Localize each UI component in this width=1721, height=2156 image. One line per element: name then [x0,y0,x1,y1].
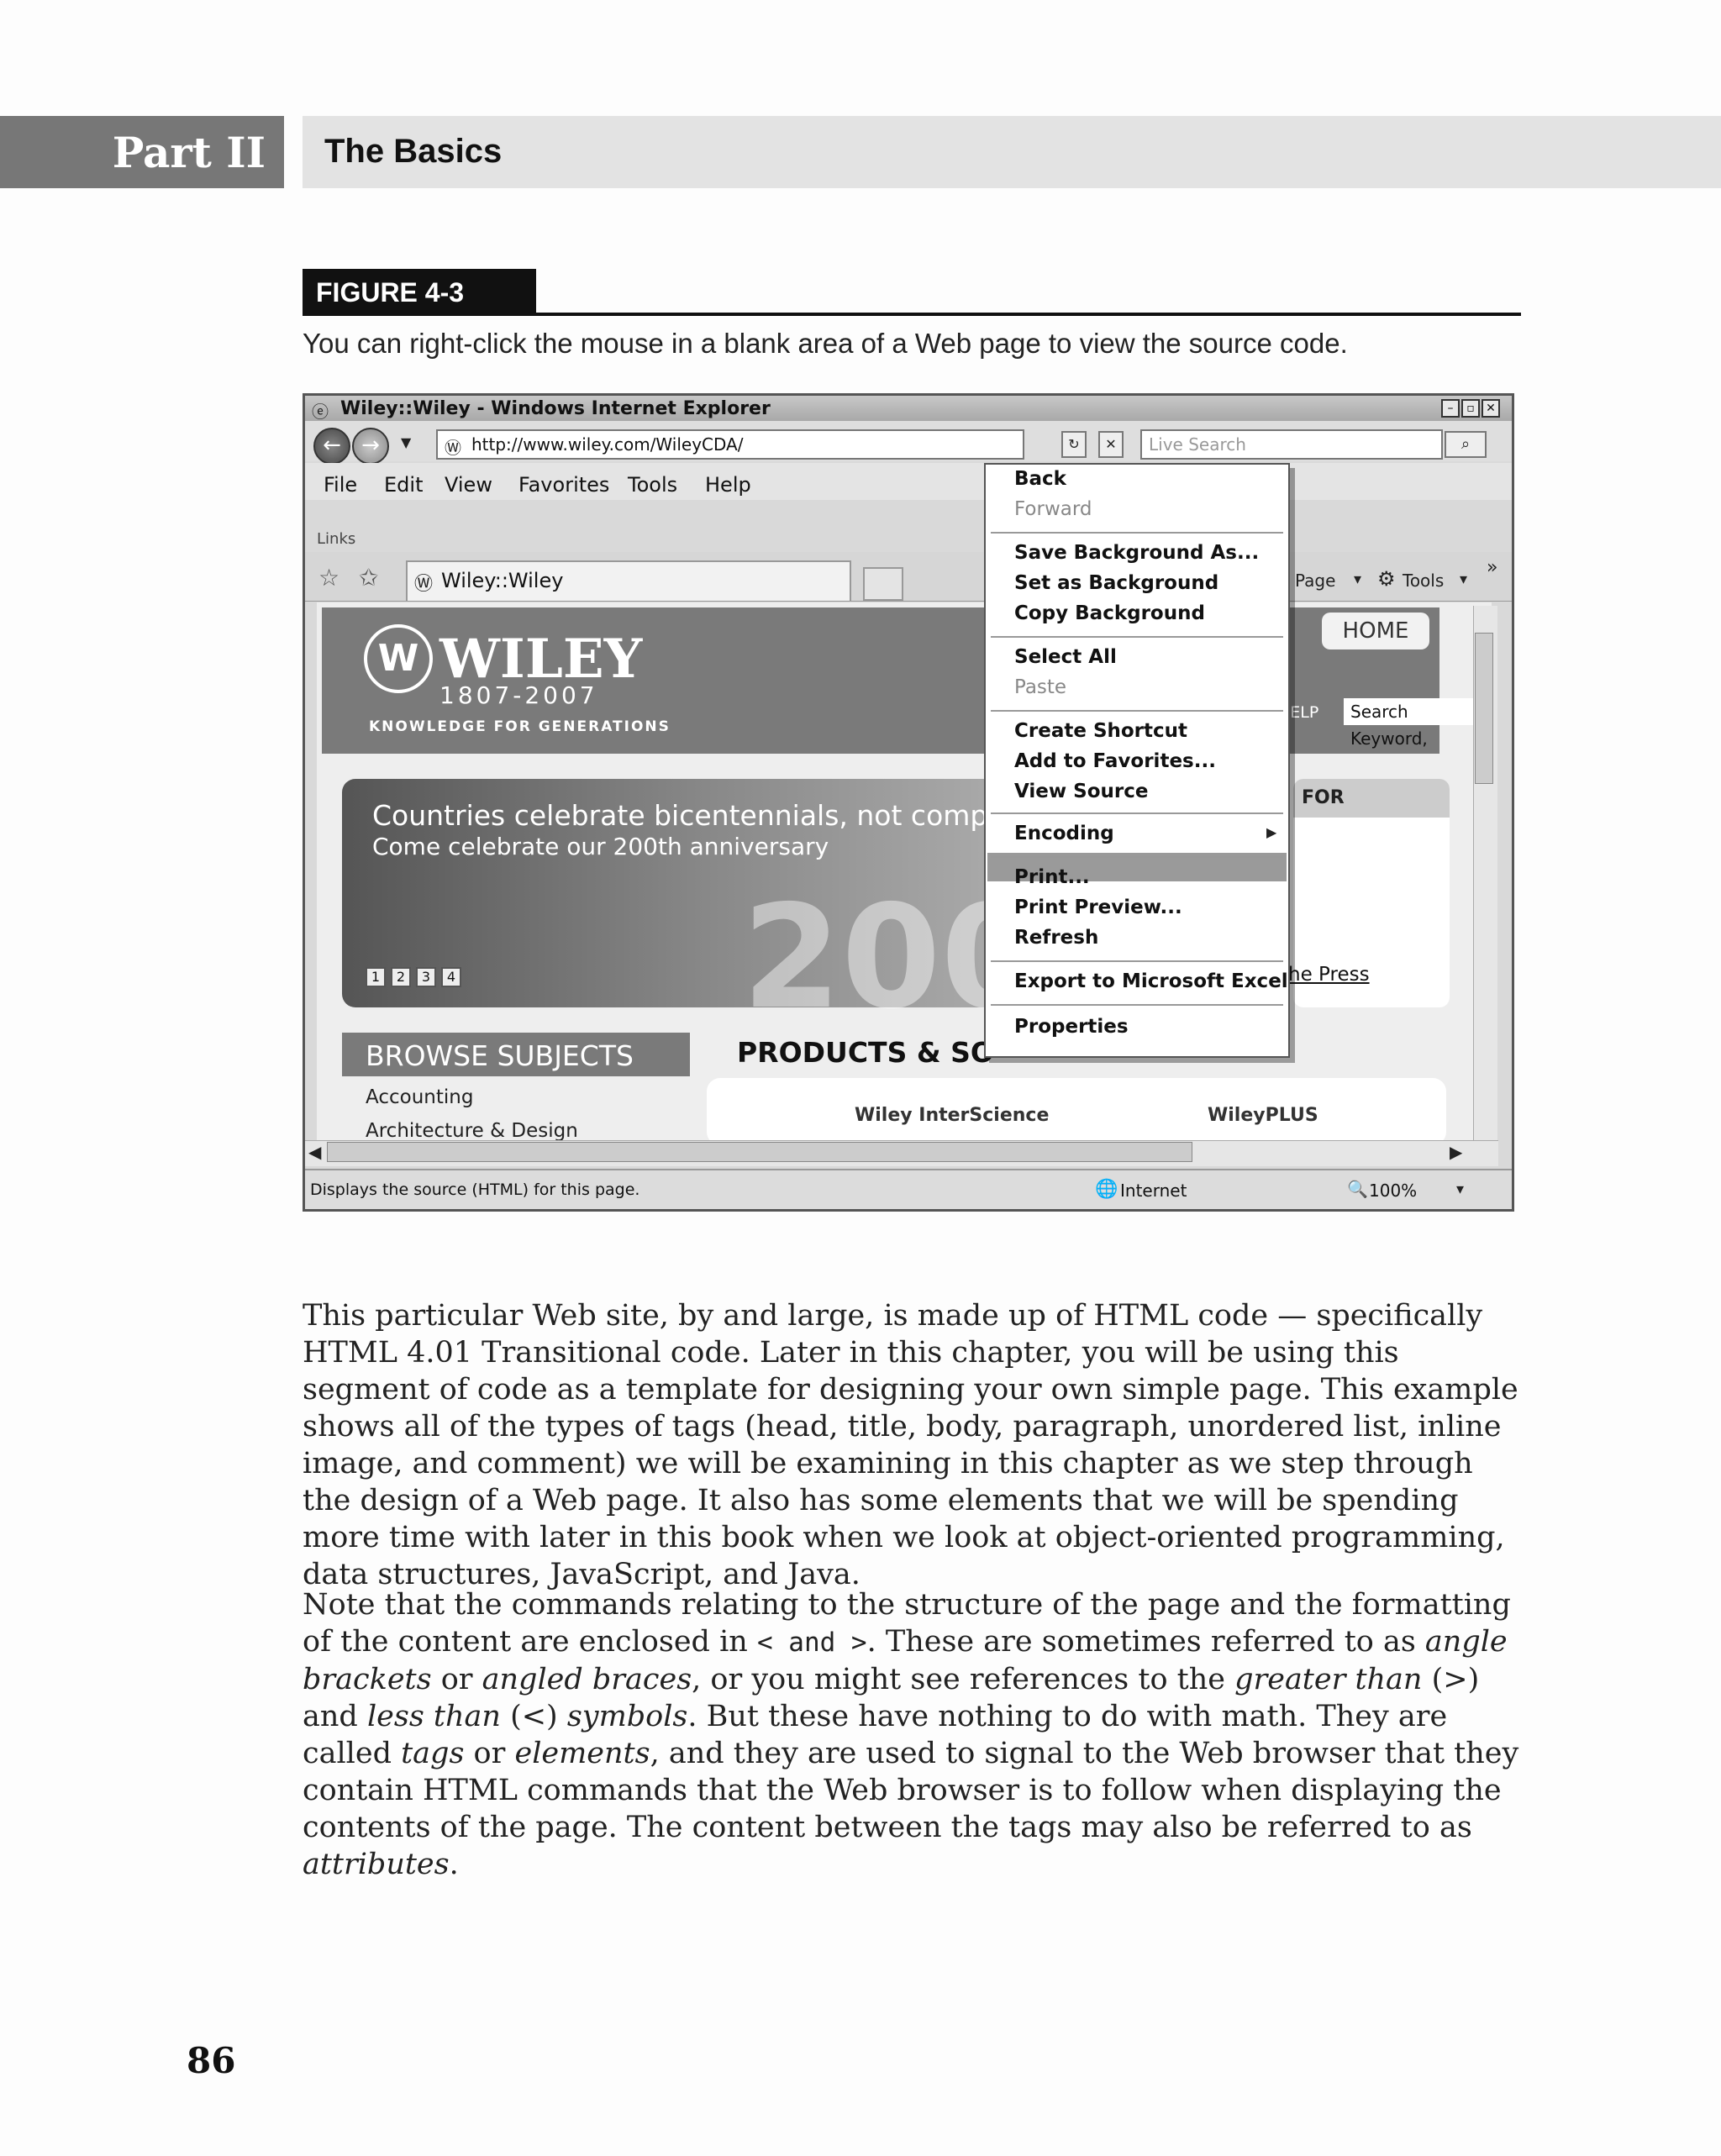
body-paragraph-1: This particular Web site, by and large, … [303,1299,1518,1591]
ctx-separator [991,812,1283,814]
part-label: Part II [0,116,284,188]
page-menu[interactable]: Page [1295,571,1335,591]
figure-rule [303,313,1521,316]
wiley-years: 1807-2007 [439,681,598,709]
ctx-export-excel[interactable]: Export to Microsoft Excel [1014,970,1288,992]
ctx-properties[interactable]: Properties [1014,1016,1129,1038]
ctx-back[interactable]: Back [1014,468,1066,490]
title-bar: ⓔ Wiley::Wiley - Windows Internet Explor… [305,396,1512,422]
part-bar [303,116,1721,188]
ctx-separator [991,960,1283,962]
ctx-print[interactable]: Print... [1014,866,1090,888]
scroll-left-icon[interactable]: ◀ [308,1142,321,1162]
new-tab-button[interactable] [863,567,903,601]
zoom-dropdown-icon[interactable]: ▾ [1456,1181,1464,1198]
zoom-level[interactable]: 100% [1369,1181,1417,1201]
menu-favorites[interactable]: Favorites [518,473,609,497]
forward-arrow-icon[interactable]: → [352,428,389,465]
ctx-separator [991,532,1283,534]
menu-help[interactable]: Help [705,473,751,497]
banner-page-2[interactable]: 2 [391,967,411,987]
ctx-separator [991,636,1283,638]
tools-menu[interactable]: Tools [1403,571,1444,591]
figure-caption: You can right-click the mouse in a blank… [303,328,1348,359]
wiley-tagline: KNOWLEDGE FOR GENERATIONS [369,718,671,735]
zoom-icon[interactable]: 🔍 [1347,1179,1368,1199]
stop-icon[interactable]: ✕ [1098,431,1124,458]
product-link[interactable]: WileyPLUS [1208,1105,1318,1126]
status-text: Displays the source (HTML) for this page… [310,1181,640,1199]
menu-edit[interactable]: Edit [384,473,423,497]
horizontal-scroll-thumb[interactable] [327,1142,1192,1162]
vertical-scroll-thumb[interactable] [1475,633,1493,784]
product-link[interactable]: Wiley InterScience [855,1105,1049,1126]
subject-link[interactable]: Accounting [366,1086,473,1108]
ctx-separator [991,1004,1283,1006]
menu-file[interactable]: File [324,473,357,497]
browse-subjects-title: BROWSE SUBJECTS [366,1039,634,1072]
products-panel [707,1078,1446,1145]
tab-favicon-icon: Ⓦ [414,574,434,595]
for-label: FOR [1302,787,1345,808]
tools-dropdown-icon[interactable]: ▾ [1460,571,1467,588]
banner-heading: Countries celebrate bicentennials, not c… [372,799,1030,832]
globe-icon: 🌐 [1095,1179,1118,1200]
ctx-add-favorites[interactable]: Add to Favorites... [1014,750,1216,772]
recent-pages-dropdown-icon[interactable]: ▼ [401,434,411,450]
menu-view[interactable]: View [445,473,492,497]
ctx-forward[interactable]: Forward [1014,498,1092,520]
site-search-input[interactable]: Search Keyword, [1344,698,1485,749]
ctx-select-all[interactable]: Select All [1014,646,1117,668]
window-title: Wiley::Wiley - Windows Internet Explorer [340,398,771,419]
minimize-icon[interactable]: – [1441,399,1460,418]
address-bar[interactable]: http://www.wiley.com/WileyCDA/ [436,429,1024,460]
search-icon[interactable]: ⌕ [1445,431,1487,458]
banner-subheading: Come celebrate our 200th anniversary [372,833,829,860]
menu-tools[interactable]: Tools [628,473,677,497]
submenu-arrow-icon: ▶ [1266,824,1277,840]
ctx-refresh[interactable]: Refresh [1014,927,1098,949]
scroll-right-icon[interactable]: ▶ [1450,1142,1462,1162]
ctx-view-source[interactable]: View Source [1014,781,1148,802]
page-dropdown-icon[interactable]: ▾ [1354,571,1361,588]
search-input[interactable]: Live Search [1140,429,1443,460]
add-favorite-icon[interactable]: ✩ [359,564,378,592]
part-title: The Basics [324,133,503,170]
ctx-print-preview[interactable]: Print Preview... [1014,897,1182,918]
browser-tab[interactable]: Wiley::Wiley [406,560,851,601]
products-title: PRODUCTS & SO [737,1036,994,1069]
security-zone[interactable]: Internet [1120,1181,1187,1201]
ctx-save-background[interactable]: Save Background As... [1014,542,1259,564]
ctx-create-shortcut[interactable]: Create Shortcut [1014,720,1187,742]
ctx-set-background[interactable]: Set as Background [1014,572,1218,594]
site-favicon-icon: Ⓦ [445,438,461,458]
figure-label: FIGURE 4-3 [303,269,536,316]
refresh-icon[interactable]: ↻ [1061,431,1087,458]
wiley-logo-icon: W [364,624,433,693]
chevron-more-icon[interactable]: » [1487,557,1497,578]
links-label[interactable]: Links [317,530,355,548]
ctx-encoding[interactable]: Encoding [1014,823,1114,844]
close-icon[interactable]: ✕ [1482,399,1500,418]
gear-icon[interactable]: ⚙ [1377,567,1396,591]
browser-screenshot: ⓔ Wiley::Wiley - Windows Internet Explor… [303,393,1514,1212]
favorites-star-icon[interactable]: ☆ [318,564,339,592]
ctx-separator [991,856,1283,858]
subject-link[interactable]: Architecture & Design [366,1120,578,1142]
banner-page-3[interactable]: 3 [416,967,436,987]
ie-icon: ⓔ [312,402,329,422]
press-link[interactable]: he Press [1288,964,1370,986]
home-button[interactable]: HOME [1322,613,1429,649]
ctx-separator [991,710,1283,712]
page-number: 86 [187,2040,236,2081]
back-arrow-icon[interactable]: ← [313,428,350,465]
maximize-icon[interactable]: ▫ [1461,399,1480,418]
ctx-copy-background[interactable]: Copy Background [1014,602,1205,624]
ctx-paste[interactable]: Paste [1014,676,1066,698]
banner-page-1[interactable]: 1 [366,967,386,987]
banner-page-4[interactable]: 4 [441,967,461,987]
context-menu: Back Forward Save Background As... Set a… [984,463,1290,1058]
body-paragraph-2: Note that the commands relating to the s… [303,1588,1519,1881]
